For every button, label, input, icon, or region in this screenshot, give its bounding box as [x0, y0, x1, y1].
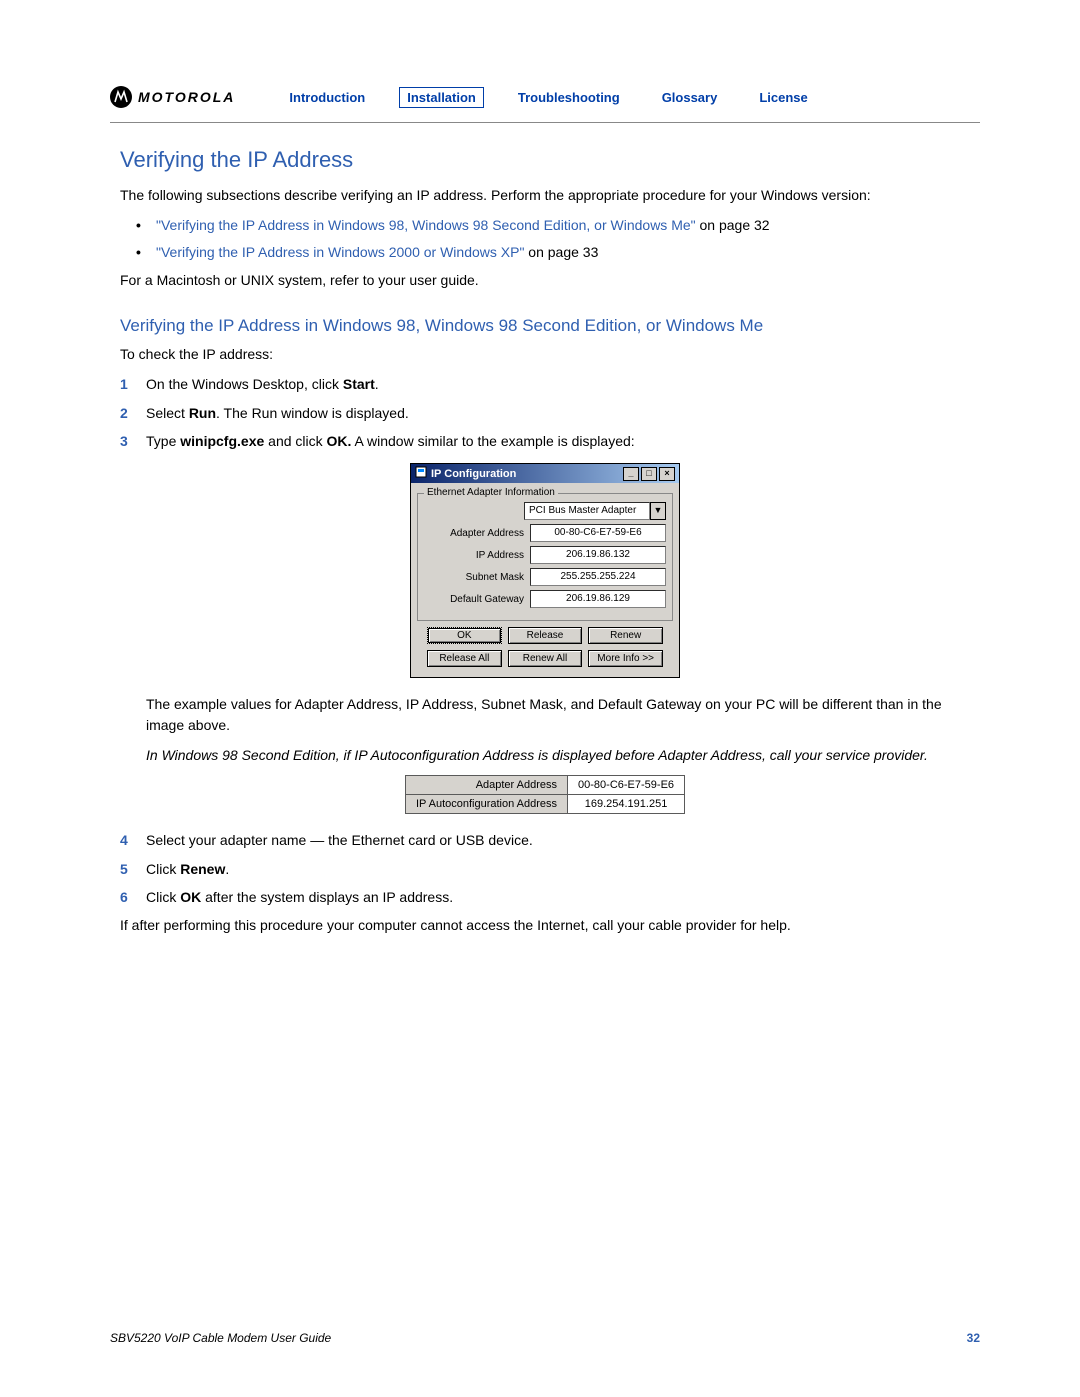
adapter-select-value: PCI Bus Master Adapter: [524, 502, 650, 520]
window-body: Ethernet Adapter Information PCI Bus Mas…: [411, 483, 679, 677]
renew-button[interactable]: Renew: [588, 627, 663, 644]
button-row: OK Release Renew Release All Renew All M…: [417, 621, 673, 671]
page-title: Verifying the IP Address: [120, 147, 980, 173]
bullet-item: "Verifying the IP Address in Windows 98,…: [136, 215, 980, 235]
cell-value: 00-80-C6-E7-59-E6: [568, 776, 685, 795]
field-value: 00-80-C6-E7-59-E6: [530, 524, 666, 542]
brand-text: MOTOROLA: [138, 89, 235, 105]
field-value: 206.19.86.129: [530, 590, 666, 608]
italic-note: In Windows 98 Second Edition, if IP Auto…: [146, 745, 980, 765]
bullet-tail: on page 32: [696, 217, 770, 233]
nav-license[interactable]: License: [751, 87, 815, 108]
closing-text: If after performing this procedure your …: [120, 915, 980, 935]
ok-button[interactable]: OK: [427, 627, 502, 644]
bullet-item: "Verifying the IP Address in Windows 200…: [136, 242, 980, 262]
nav-installation[interactable]: Installation: [399, 87, 484, 108]
release-button[interactable]: Release: [508, 627, 583, 644]
intro-text: The following subsections describe verif…: [120, 185, 980, 205]
adapter-group: Ethernet Adapter Information PCI Bus Mas…: [417, 493, 673, 621]
close-button[interactable]: ×: [659, 467, 675, 481]
page-footer: SBV5220 VoIP Cable Modem User Guide 32: [110, 1331, 980, 1345]
field-label: IP Address: [424, 550, 530, 561]
top-nav: Introduction Installation Troubleshootin…: [281, 87, 815, 108]
motorola-logo-icon: [110, 86, 132, 108]
step-2: Select Run. The Run window is displayed.: [120, 403, 980, 423]
bullet-tail: on page 33: [524, 244, 598, 260]
group-label: Ethernet Adapter Information: [424, 487, 558, 498]
logo: MOTOROLA: [110, 86, 235, 108]
more-info-button[interactable]: More Info >>: [588, 650, 663, 667]
renew-all-button[interactable]: Renew All: [508, 650, 583, 667]
maximize-button[interactable]: □: [641, 467, 657, 481]
steps-list: On the Windows Desktop, click Start. Sel…: [120, 374, 980, 451]
steps-intro: To check the IP address:: [120, 344, 980, 364]
dropdown-arrow-icon[interactable]: ▼: [650, 502, 666, 520]
table-row: Adapter Address 00-80-C6-E7-59-E6: [405, 776, 684, 795]
ipconfig-window: IP Configuration _ □ × Ethernet Adapter …: [410, 463, 680, 678]
row-ip-address: IP Address 206.19.86.132: [424, 546, 666, 564]
nav-glossary[interactable]: Glossary: [654, 87, 726, 108]
adapter-select[interactable]: PCI Bus Master Adapter ▼: [524, 502, 666, 520]
window-titlebar: IP Configuration _ □ ×: [411, 464, 679, 483]
table-row: IP Autoconfiguration Address 169.254.191…: [405, 795, 684, 814]
header-bar: MOTOROLA Introduction Installation Troub…: [110, 86, 980, 123]
page-number: 32: [967, 1331, 980, 1345]
step-3: Type winipcfg.exe and click OK. A window…: [120, 431, 980, 451]
field-value: 255.255.255.224: [530, 568, 666, 586]
footer-title: SBV5220 VoIP Cable Modem User Guide: [110, 1331, 331, 1345]
window-title: IP Configuration: [431, 468, 516, 480]
field-label: Default Gateway: [424, 594, 530, 605]
row-gateway: Default Gateway 206.19.86.129: [424, 590, 666, 608]
step-4: Select your adapter name — the Ethernet …: [120, 830, 980, 850]
field-label: Subnet Mask: [424, 572, 530, 583]
window-icon: [415, 466, 427, 481]
row-subnet: Subnet Mask 255.255.255.224: [424, 568, 666, 586]
link-verify-win98[interactable]: "Verifying the IP Address in Windows 98,…: [156, 217, 696, 233]
release-all-button[interactable]: Release All: [427, 650, 502, 667]
nav-troubleshooting[interactable]: Troubleshooting: [510, 87, 628, 108]
field-value: 206.19.86.132: [530, 546, 666, 564]
bullet-list: "Verifying the IP Address in Windows 98,…: [136, 215, 980, 262]
step-6: Click OK after the system displays an IP…: [120, 887, 980, 907]
page: MOTOROLA Introduction Installation Troub…: [0, 0, 1080, 1397]
autoconfig-table: Adapter Address 00-80-C6-E7-59-E6 IP Aut…: [405, 775, 685, 814]
section-heading: Verifying the IP Address in Windows 98, …: [120, 316, 980, 336]
cell-label: IP Autoconfiguration Address: [405, 795, 567, 814]
after-image-text: The example values for Adapter Address, …: [146, 694, 980, 735]
row-adapter-address: Adapter Address 00-80-C6-E7-59-E6: [424, 524, 666, 542]
link-verify-xp[interactable]: "Verifying the IP Address in Windows 200…: [156, 244, 524, 260]
step-5: Click Renew.: [120, 859, 980, 879]
minimize-button[interactable]: _: [623, 467, 639, 481]
window-controls: _ □ ×: [623, 467, 675, 481]
cell-value: 169.254.191.251: [568, 795, 685, 814]
cell-label: Adapter Address: [405, 776, 567, 795]
nav-introduction[interactable]: Introduction: [281, 87, 373, 108]
step-1: On the Windows Desktop, click Start.: [120, 374, 980, 394]
field-label: Adapter Address: [424, 528, 530, 539]
steps-list-cont: Select your adapter name — the Ethernet …: [120, 830, 980, 907]
mac-note: For a Macintosh or UNIX system, refer to…: [120, 270, 980, 290]
